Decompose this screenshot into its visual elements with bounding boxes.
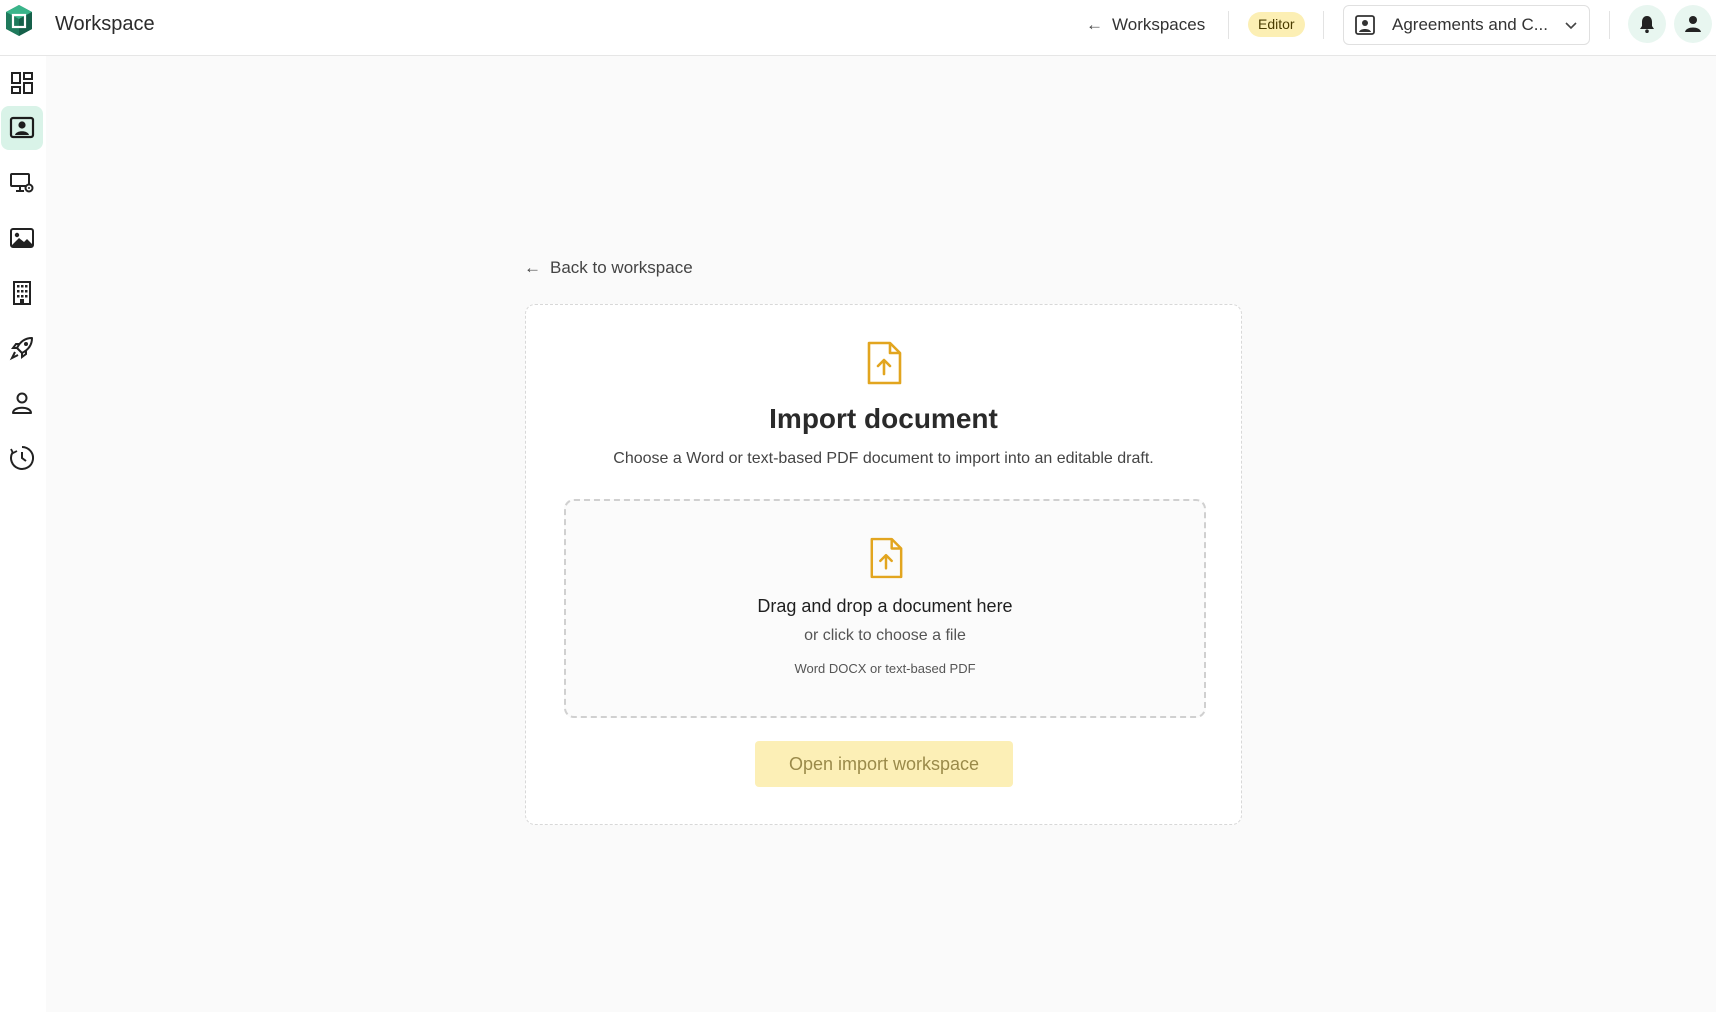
bell-icon xyxy=(1640,16,1654,33)
building-icon xyxy=(13,281,31,305)
logo-icon[interactable] xyxy=(4,4,34,38)
dropzone-title: Drag and drop a document here xyxy=(757,596,1013,616)
import-card: Import document Choose a Word or text-ba… xyxy=(525,304,1242,825)
back-to-workspace-link[interactable]: ← Back to workspace xyxy=(524,258,693,278)
top-bar: Workspace ← Workspaces Editor Agreements… xyxy=(0,0,1716,56)
card-title: Import document xyxy=(769,403,998,434)
sidebar-item-images[interactable] xyxy=(1,216,43,260)
dropzone-subtitle: or click to choose a file xyxy=(804,627,966,644)
sidebar xyxy=(0,56,46,1012)
workspace-icon xyxy=(1355,15,1375,35)
app-title: Workspace xyxy=(55,13,155,35)
chevron-down-icon xyxy=(1565,22,1577,30)
sidebar-item-monitor-settings[interactable] xyxy=(1,161,43,205)
arrow-left-icon: ← xyxy=(524,258,541,277)
portrait-icon xyxy=(9,116,35,139)
workspace-selector-label: Agreements and C... xyxy=(1392,15,1548,34)
dropzone-hint: Word DOCX or text-based PDF xyxy=(794,661,976,676)
arrow-left-icon: ← xyxy=(1086,15,1103,34)
sidebar-item-history[interactable] xyxy=(1,436,43,480)
notifications-button[interactable] xyxy=(1628,5,1666,43)
sidebar-item-users[interactable] xyxy=(1,381,43,425)
back-to-workspaces-label: Workspaces xyxy=(1112,15,1206,34)
clock-icon xyxy=(10,446,34,470)
divider xyxy=(1609,11,1610,39)
sidebar-item-launch[interactable] xyxy=(1,326,43,370)
image-icon xyxy=(10,228,34,248)
back-to-workspaces-link[interactable]: ← Workspaces xyxy=(1086,12,1205,38)
card-subtitle: Choose a Word or text-based PDF document… xyxy=(613,450,1154,467)
file-dropzone[interactable]: Drag and drop a document here or click t… xyxy=(564,499,1206,718)
sidebar-item-organization[interactable] xyxy=(1,271,43,315)
user-icon xyxy=(1685,16,1701,32)
file-upload-icon xyxy=(870,537,903,579)
open-import-workspace-button[interactable]: Open import workspace xyxy=(755,741,1013,787)
role-badge: Editor xyxy=(1248,12,1305,37)
rocket-icon xyxy=(9,337,33,361)
divider xyxy=(1323,11,1324,39)
profile-button[interactable] xyxy=(1674,5,1712,43)
sidebar-item-dashboard[interactable] xyxy=(1,61,43,105)
person-icon xyxy=(12,392,32,414)
divider xyxy=(1228,11,1229,39)
workspace-selector[interactable]: Agreements and C... xyxy=(1343,5,1590,45)
dashboard-icon xyxy=(11,72,33,94)
file-upload-icon xyxy=(867,341,902,385)
monitor-gear-icon xyxy=(10,173,34,193)
sidebar-item-workspace[interactable] xyxy=(1,106,43,150)
back-to-workspace-label: Back to workspace xyxy=(550,258,693,277)
